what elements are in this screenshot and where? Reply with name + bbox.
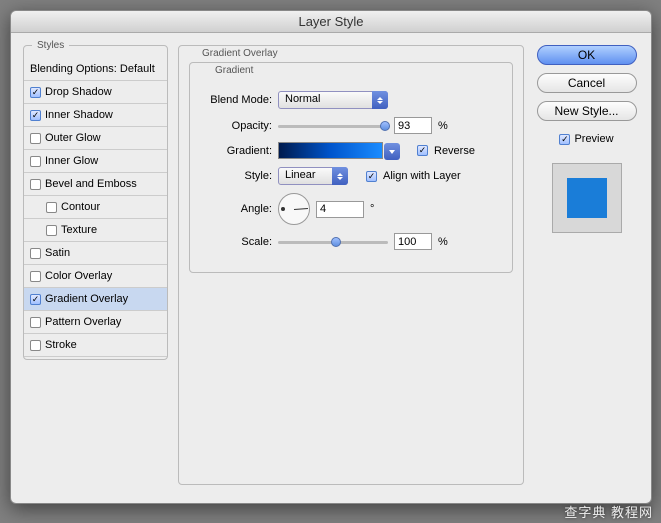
sidebar-item-gradient-overlay[interactable]: ✓ Gradient Overlay <box>24 288 167 311</box>
styles-sidebar: Styles Blending Options: Default ✓Drop S… <box>23 45 168 489</box>
angle-row: Angle: ° <box>202 193 500 225</box>
sidebar-item-contour[interactable]: Contour <box>24 196 167 219</box>
checkbox[interactable] <box>30 271 41 282</box>
sidebar-item-label: Bevel and Emboss <box>45 178 137 190</box>
preview-swatch <box>567 178 607 218</box>
scale-input[interactable] <box>394 233 432 250</box>
slider-thumb-icon <box>380 121 390 131</box>
align-label: Align with Layer <box>383 170 461 182</box>
angle-dot-icon <box>281 207 285 211</box>
opacity-row: Opacity: % <box>202 117 500 134</box>
sidebar-item-label: Texture <box>61 224 97 236</box>
preview-box <box>552 163 622 233</box>
checkbox[interactable] <box>30 317 41 328</box>
sidebar-item-stroke[interactable]: Stroke <box>24 334 167 357</box>
gradient-overlay-group: Gradient Overlay Gradient Blend Mode: No… <box>178 45 524 485</box>
checkbox[interactable]: ✓ <box>30 294 41 305</box>
scale-label: Scale: <box>202 236 272 248</box>
checkbox[interactable] <box>30 156 41 167</box>
sidebar-item-label: Outer Glow <box>45 132 101 144</box>
sidebar-item-label: Gradient Overlay <box>45 293 128 305</box>
scale-row: Scale: % <box>202 233 500 250</box>
blend-mode-select[interactable]: Normal <box>278 91 388 109</box>
dialog-content: Styles Blending Options: Default ✓ Drop S… <box>11 33 651 501</box>
blending-options-header[interactable]: Blending Options: Default <box>24 58 167 81</box>
sidebar-item-bevel-and-emboss[interactable]: Bevel and Emboss <box>24 173 167 196</box>
sidebar-item-label: Drop Shadow <box>45 86 112 98</box>
checkbox[interactable] <box>46 202 57 213</box>
checkbox[interactable]: ✓ <box>30 87 41 98</box>
opacity-input[interactable] <box>394 117 432 134</box>
sidebar-item-label: Color Overlay <box>45 270 112 282</box>
gradient-row: Gradient: ✓ Reverse <box>202 142 500 159</box>
watermark-text: 查字典 教程网 <box>564 502 653 521</box>
angle-label: Angle: <box>202 203 272 215</box>
align-checkbox[interactable]: ✓ <box>366 171 377 182</box>
blend-mode-row: Blend Mode: Normal <box>202 91 500 109</box>
preview-toggle: ✓ Preview <box>559 133 613 145</box>
blend-mode-label: Blend Mode: <box>202 94 272 106</box>
checkbox[interactable] <box>46 225 57 236</box>
angle-dial[interactable] <box>278 193 310 225</box>
window-title: Layer Style <box>11 11 651 33</box>
sidebar-item-label: Contour <box>61 201 100 213</box>
sidebar-item-label: Inner Glow <box>45 155 98 167</box>
scale-unit: % <box>438 236 448 248</box>
gradient-label: Gradient: <box>202 145 272 157</box>
sidebar-item-inner-shadow[interactable]: ✓ Inner Shadow <box>24 104 167 127</box>
sidebar-item-inner-glow[interactable]: Inner Glow <box>24 150 167 173</box>
style-select[interactable]: Linear <box>278 167 348 185</box>
gradient-swatch[interactable] <box>278 142 383 159</box>
sidebar-item-label: Pattern Overlay <box>45 316 121 328</box>
reverse-label: Reverse <box>434 145 475 157</box>
angle-input[interactable] <box>316 201 364 218</box>
right-column: OK Cancel New Style... ✓ Preview <box>534 45 639 489</box>
opacity-slider[interactable] <box>278 119 388 133</box>
preview-checkbox[interactable]: ✓ <box>559 134 570 145</box>
opacity-unit: % <box>438 120 448 132</box>
gradient-group: Gradient Blend Mode: Normal Opacity: <box>189 62 513 273</box>
sidebar-item-texture[interactable]: Texture <box>24 219 167 242</box>
cancel-button[interactable]: Cancel <box>537 73 637 93</box>
style-label: Style: <box>202 170 272 182</box>
checkbox[interactable] <box>30 179 41 190</box>
slider-thumb-icon <box>331 237 341 247</box>
angle-line-icon <box>294 208 308 210</box>
opacity-label: Opacity: <box>202 120 272 132</box>
dropdown-arrow-icon <box>332 167 348 185</box>
reverse-checkbox[interactable]: ✓ <box>417 145 428 156</box>
settings-panel: Gradient Overlay Gradient Blend Mode: No… <box>178 45 524 489</box>
styles-group: Styles Blending Options: Default ✓Drop S… <box>23 45 168 360</box>
angle-unit: ° <box>370 203 374 215</box>
sidebar-item-pattern-overlay[interactable]: Pattern Overlay <box>24 311 167 334</box>
scale-slider[interactable] <box>278 235 388 249</box>
sidebar-item-outer-glow[interactable]: Outer Glow <box>24 127 167 150</box>
sidebar-item-satin[interactable]: Satin <box>24 242 167 265</box>
new-style-button[interactable]: New Style... <box>537 101 637 121</box>
style-row: Style: Linear ✓ Align with Layer <box>202 167 500 185</box>
sidebar-item-label: Inner Shadow <box>45 109 113 121</box>
sidebar-item-label: Satin <box>45 247 70 259</box>
styles-group-title: Styles <box>32 40 69 51</box>
sidebar-item-color-overlay[interactable]: Color Overlay <box>24 265 167 288</box>
checkbox[interactable] <box>30 248 41 259</box>
sidebar-item-label: Stroke <box>45 339 77 351</box>
checkbox[interactable] <box>30 340 41 351</box>
gradient-group-title: Gradient <box>210 65 258 76</box>
dropdown-arrow-icon <box>372 91 388 109</box>
checkbox[interactable] <box>30 133 41 144</box>
gradient-overlay-title: Gradient Overlay <box>197 48 283 59</box>
sidebar-item-drop-shadow[interactable]: ✓ Drop Shadow <box>24 81 167 104</box>
gradient-picker-arrow-icon[interactable] <box>384 143 400 160</box>
checkbox[interactable]: ✓ <box>30 110 41 121</box>
ok-button[interactable]: OK <box>537 45 637 65</box>
preview-label: Preview <box>574 133 613 145</box>
layer-style-dialog: Layer Style Styles Blending Options: Def… <box>10 10 652 504</box>
